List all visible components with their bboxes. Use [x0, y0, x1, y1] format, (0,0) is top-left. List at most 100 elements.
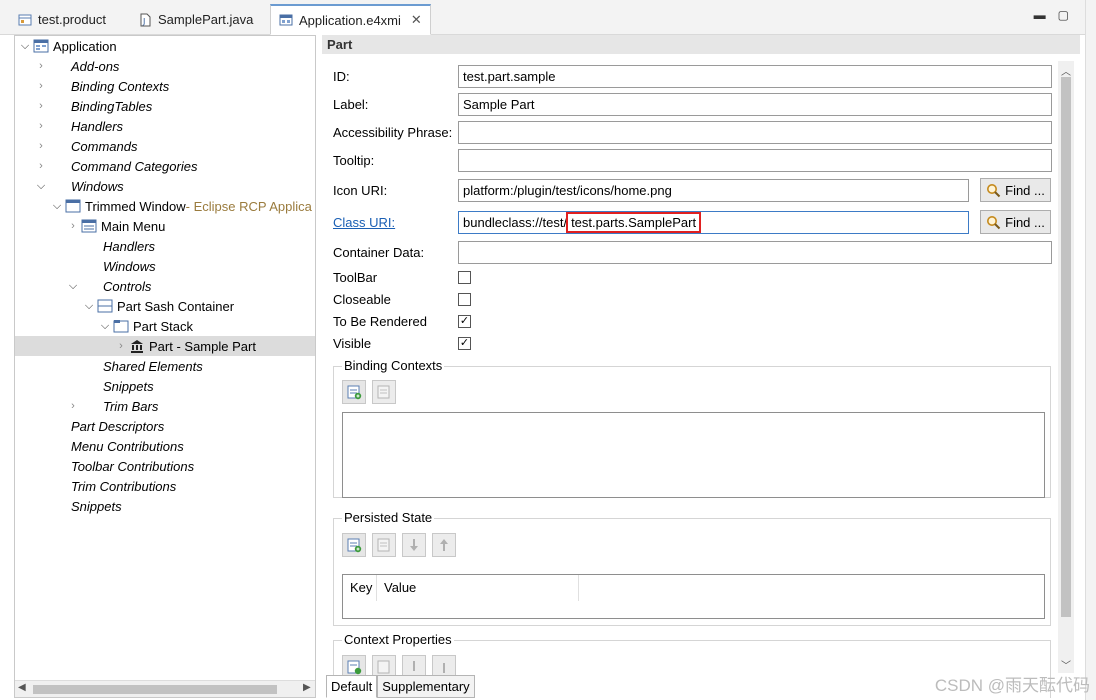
tree-node-trim-contributions[interactable]: Trim Contributions	[49, 476, 176, 496]
tab-samplepart-java[interactable]: J SamplePart.java	[130, 4, 261, 35]
tree-horizontal-scrollbar[interactable]: ◀ ▶	[15, 680, 315, 697]
class-uri-link[interactable]: Class URI:	[333, 215, 395, 230]
tab-default[interactable]: Default	[326, 675, 378, 698]
chevron-right-icon[interactable]: ›	[33, 80, 49, 92]
minimize-icon[interactable]: ▬	[1034, 8, 1046, 22]
container-data-field[interactable]	[458, 241, 1052, 264]
scroll-down-icon[interactable]: ﹀	[1058, 657, 1074, 672]
class-uri-field[interactable]: bundleclass://test/test.parts.SamplePart	[458, 211, 969, 234]
tree-node-label: Toolbar Contributions	[71, 458, 195, 474]
arrow-up-icon	[440, 539, 448, 551]
chevron-right-icon[interactable]: ›	[33, 60, 49, 72]
chevron-right-icon[interactable]: ›	[33, 100, 49, 112]
tree-node-windows[interactable]: ⌵ Windows	[33, 176, 124, 196]
scroll-up-icon[interactable]: ︿	[1058, 63, 1074, 78]
tree-node-part-descriptors[interactable]: Part Descriptors	[49, 416, 164, 436]
editor-bottom-tabs: Default Supplementary	[326, 675, 475, 698]
part-icon	[131, 340, 143, 353]
add-item-icon	[347, 538, 362, 553]
table-header-value[interactable]: Value	[377, 575, 579, 601]
scroll-right-icon[interactable]: ▶	[303, 682, 311, 693]
tree-node-application[interactable]: ⌵ Application	[17, 36, 117, 56]
closeable-label: Closeable	[333, 292, 391, 307]
closeable-checkbox[interactable]	[458, 293, 471, 306]
tree-node-win-handlers[interactable]: Handlers	[81, 236, 155, 256]
class-find-button[interactable]: Find ...	[980, 210, 1051, 234]
tree-node-snippets-inner[interactable]: Snippets	[81, 376, 154, 396]
sash-container-icon	[97, 299, 113, 313]
tree-node-part-sash-container[interactable]: ⌵ Part Sash Container	[81, 296, 234, 316]
tree-node-handlers[interactable]: › Handlers	[33, 116, 123, 136]
tree-node-shared-elements[interactable]: Shared Elements	[81, 356, 203, 376]
tab-application-e4xmi[interactable]: Application.e4xmi ✕	[270, 4, 431, 35]
tree-node-trim-bars[interactable]: › Trim Bars	[65, 396, 158, 416]
part-stack-icon	[113, 320, 129, 333]
tree-node-toolbar-contributions[interactable]: Toolbar Contributions	[49, 456, 194, 476]
part-vertical-scrollbar[interactable]: ︿ ﹀	[1058, 61, 1074, 673]
maximize-icon[interactable]: ▢	[1058, 8, 1069, 22]
tree-node-binding-contexts[interactable]: › Binding Contexts	[33, 76, 169, 96]
chevron-down-icon[interactable]: ⌵	[81, 300, 97, 313]
table-header-key[interactable]: Key	[343, 575, 377, 601]
chevron-right-icon[interactable]: ›	[33, 120, 49, 132]
label-field[interactable]: Sample Part	[458, 93, 1052, 116]
tooltip-label: Tooltip:	[333, 153, 375, 168]
remove-item-icon	[377, 660, 390, 674]
tree-node-label: Shared Elements	[103, 358, 203, 374]
arrow-up-icon	[443, 663, 445, 673]
scrollbar-thumb[interactable]	[33, 685, 277, 694]
id-field[interactable]: test.part.sample	[458, 65, 1052, 88]
icon-find-button[interactable]: Find ...	[980, 178, 1051, 202]
id-label: ID:	[333, 69, 350, 84]
chevron-right-icon[interactable]: ›	[33, 140, 49, 152]
tree-node-win-windows[interactable]: Windows	[81, 256, 156, 276]
tree-node-menu-contributions[interactable]: Menu Contributions	[49, 436, 184, 456]
accessibility-phrase-field[interactable]	[458, 121, 1052, 144]
tree-node-label: Part - Sample Part	[149, 338, 256, 354]
chevron-down-icon[interactable]: ⌵	[17, 40, 33, 53]
tree-node-main-menu[interactable]: › Main Menu	[65, 216, 165, 236]
tree-node-addons[interactable]: › Add-ons	[33, 56, 119, 76]
add-persisted-state-button[interactable]	[342, 533, 366, 557]
move-up-button[interactable]	[432, 533, 456, 557]
chevron-right-icon[interactable]: ›	[33, 160, 49, 172]
tab-supplementary[interactable]: Supplementary	[377, 675, 475, 698]
toolbar-checkbox[interactable]	[458, 271, 471, 284]
tree-node-binding-tables[interactable]: › BindingTables	[33, 96, 152, 116]
chevron-right-icon[interactable]: ›	[65, 220, 81, 232]
add-binding-context-button[interactable]	[342, 380, 366, 404]
icon-uri-field[interactable]: platform:/plugin/test/icons/home.png	[458, 179, 969, 202]
tree-node-snippets[interactable]: Snippets	[49, 496, 122, 516]
scroll-left-icon[interactable]: ◀	[18, 682, 26, 693]
scrollbar-thumb[interactable]	[1061, 77, 1071, 617]
part-header: Part	[322, 35, 1080, 54]
search-icon	[987, 215, 1001, 229]
chevron-down-icon[interactable]: ⌵	[33, 180, 49, 193]
tree-node-part-stack[interactable]: ⌵ Part Stack	[97, 316, 193, 336]
tree-node-commands[interactable]: › Commands	[33, 136, 137, 156]
tree-node-part-sample-part[interactable]: › Part - Sample Part	[15, 336, 315, 356]
java-file-icon: J	[140, 13, 151, 26]
tree-node-trimmed-window[interactable]: ⌵ Trimmed Window - Eclipse RCP Applica	[49, 196, 312, 216]
chevron-down-icon[interactable]: ⌵	[65, 280, 81, 293]
persisted-state-table[interactable]: Key Value	[342, 574, 1045, 619]
binding-contexts-list[interactable]	[342, 412, 1045, 498]
chevron-down-icon[interactable]: ⌵	[97, 320, 113, 333]
tree-node-command-categories[interactable]: › Command Categories	[33, 156, 197, 176]
chevron-right-icon[interactable]: ›	[65, 400, 81, 412]
close-icon[interactable]: ✕	[411, 12, 422, 28]
tree-node-label: Trim Contributions	[71, 478, 177, 494]
tooltip-field[interactable]	[458, 149, 1052, 172]
chevron-down-icon[interactable]: ⌵	[49, 200, 65, 213]
tree-node-label: Part Descriptors	[71, 418, 165, 434]
class-uri-highlight: test.parts.SamplePart	[566, 212, 702, 233]
tree-node-controls[interactable]: ⌵ Controls	[65, 276, 152, 296]
to-be-rendered-checkbox[interactable]: ✓	[458, 315, 471, 328]
move-down-button[interactable]	[402, 533, 426, 557]
tree-node-label: Trimmed Window	[85, 198, 186, 214]
remove-binding-context-button[interactable]	[372, 380, 396, 404]
tab-test-product[interactable]: test.product	[10, 4, 114, 35]
visible-checkbox[interactable]: ✓	[458, 337, 471, 350]
chevron-right-icon[interactable]: ›	[113, 340, 129, 352]
remove-persisted-state-button[interactable]	[372, 533, 396, 557]
